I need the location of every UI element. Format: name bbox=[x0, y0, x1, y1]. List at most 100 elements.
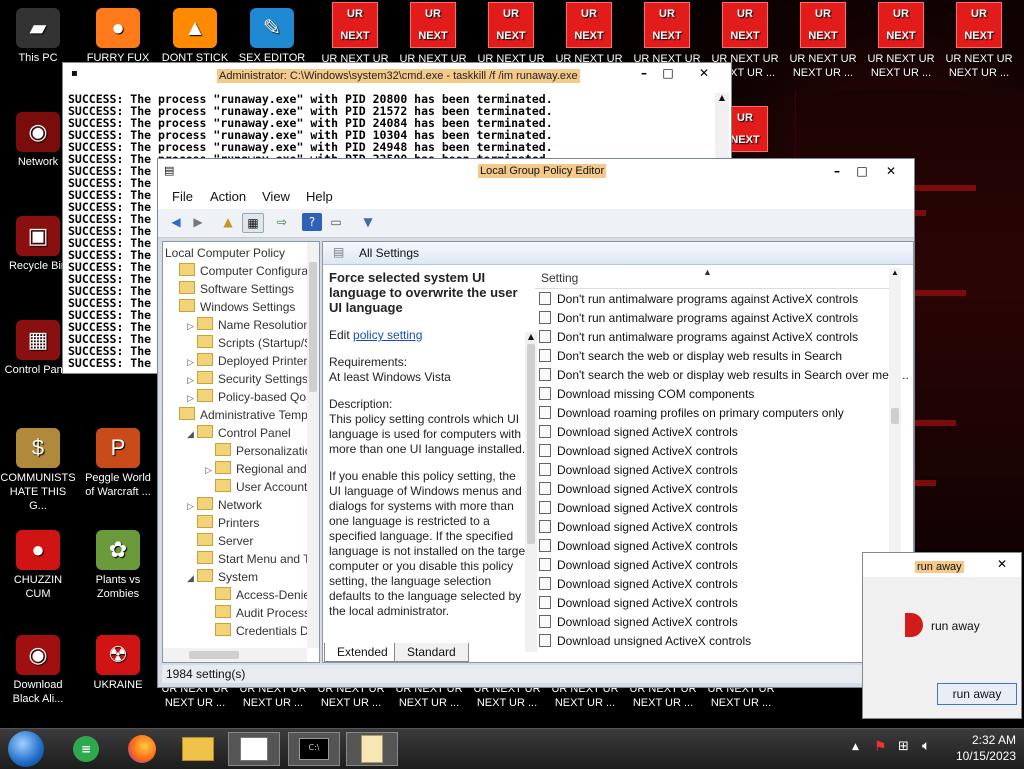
tree-node[interactable]: ▷ Regional and bbox=[205, 460, 307, 478]
gpedit-titlebar[interactable]: ▤ Local Group Policy Editor – □ ✕ bbox=[158, 159, 914, 185]
tree-node[interactable]: ▷ Name Resolution bbox=[187, 316, 310, 334]
tree-expand-arrow-icon[interactable]: ◢ bbox=[187, 569, 197, 587]
tree-horizontal-scrollbar[interactable] bbox=[163, 648, 307, 662]
up-folder-icon[interactable]: ▲ bbox=[218, 213, 238, 231]
setting-row[interactable]: Download signed ActiveX controls bbox=[539, 442, 738, 461]
gpedit-maximize-button[interactable]: □ bbox=[851, 163, 873, 179]
forward-icon[interactable]: ▶ bbox=[188, 213, 208, 231]
runaway-close-button[interactable]: ✕ bbox=[991, 556, 1013, 572]
tree-node[interactable]: ▷ Policy-based QoS bbox=[187, 388, 314, 406]
tree-expand-arrow-icon[interactable]: ▷ bbox=[187, 317, 197, 335]
peggle-shortcut[interactable]: P Peggle World of Warcraft ... bbox=[80, 428, 156, 499]
runaway-button[interactable]: run away bbox=[937, 683, 1017, 705]
this-pc-shortcut[interactable]: ▰ This PC bbox=[0, 8, 76, 65]
setting-row[interactable]: Don't search the web or display web resu… bbox=[539, 366, 909, 385]
cmd-minimize-button[interactable]: – bbox=[633, 65, 655, 81]
firefox-taskbar-icon[interactable] bbox=[116, 732, 168, 766]
setting-row[interactable]: Download signed ActiveX controls bbox=[539, 499, 738, 518]
tree-node[interactable]: User Accounts bbox=[205, 478, 313, 496]
start-button[interactable] bbox=[8, 731, 44, 767]
notepad-taskbar-icon[interactable] bbox=[346, 732, 398, 766]
tree-node[interactable]: Local Computer Policy bbox=[163, 244, 285, 262]
tree-expand-arrow-icon[interactable]: ▷ bbox=[205, 461, 215, 479]
tree-node[interactable]: ▷ Network bbox=[187, 496, 262, 514]
tree-node[interactable]: Start Menu and Ta bbox=[187, 550, 316, 568]
tree-node[interactable]: Access-Denie bbox=[205, 586, 310, 604]
menu-help[interactable]: Help bbox=[306, 189, 333, 204]
setting-row[interactable]: Download signed ActiveX controls bbox=[539, 518, 738, 537]
edit-policy-link[interactable]: policy setting bbox=[353, 328, 422, 342]
tree-node[interactable]: Scripts (Startup/S bbox=[187, 334, 312, 352]
cmd-titlebar[interactable]: ▪ Administrator: C:\Windows\system32\cmd… bbox=[63, 63, 731, 85]
help-icon[interactable]: ? bbox=[302, 213, 322, 231]
setting-row[interactable]: Don't run antimalware programs against A… bbox=[539, 290, 858, 309]
action-center-flag-icon[interactable]: ⚑ bbox=[874, 739, 887, 755]
google-forms-taskbar-icon[interactable]: ≡ bbox=[60, 732, 112, 766]
tree-expand-arrow-icon[interactable]: ▷ bbox=[187, 353, 197, 371]
navigation-tree[interactable]: Local Computer Policy Computer Configurat… bbox=[162, 241, 320, 663]
runaway-titlebar[interactable]: run away ✕ bbox=[863, 553, 1021, 577]
gpedit-close-button[interactable]: ✕ bbox=[880, 163, 902, 179]
file-explorer-taskbar-icon[interactable] bbox=[172, 732, 224, 766]
tree-node[interactable]: ◢ System bbox=[187, 568, 258, 586]
setting-row[interactable]: Download signed ActiveX controls bbox=[539, 575, 738, 594]
tree-node[interactable]: Printers bbox=[187, 514, 259, 532]
tree-expand-arrow-icon[interactable]: ◢ bbox=[187, 425, 197, 443]
ukraine-shortcut[interactable]: ☢ UKRAINE bbox=[80, 635, 156, 692]
tree-node[interactable]: Audit Process bbox=[205, 604, 310, 622]
clock[interactable]: 2:32 AM 10/15/2023 bbox=[956, 732, 1016, 764]
setting-row[interactable]: Download unsigned ActiveX controls bbox=[539, 632, 751, 651]
setting-row[interactable]: Download signed ActiveX controls bbox=[539, 461, 738, 480]
tree-expand-arrow-icon[interactable]: ▷ bbox=[187, 497, 197, 515]
cmd-close-button[interactable]: ✕ bbox=[693, 65, 715, 81]
communists-shortcut[interactable]: $ COMMUNISTS HATE THIS G... bbox=[0, 428, 76, 513]
tree-node[interactable]: Credentials De bbox=[205, 622, 315, 640]
sex-editor-shortcut[interactable]: ✎ SEX EDITOR bbox=[234, 8, 310, 65]
setting-row[interactable]: Download signed ActiveX controls bbox=[539, 613, 738, 632]
setting-row[interactable]: Don't run antimalware programs against A… bbox=[539, 309, 858, 328]
tree-expand-arrow-icon[interactable]: ▷ bbox=[187, 389, 197, 407]
tree-vertical-scrollbar[interactable] bbox=[307, 242, 319, 648]
setting-row[interactable]: Download signed ActiveX controls bbox=[539, 537, 738, 556]
setting-row[interactable]: Download roaming profiles on primary com… bbox=[539, 404, 844, 423]
tree-node[interactable]: ◢ Control Panel bbox=[187, 424, 291, 442]
settings-list[interactable]: Setting ▲ Don't run antimalware programs… bbox=[535, 267, 909, 651]
setting-row[interactable]: Don't run antimalware programs against A… bbox=[539, 328, 858, 347]
network-icon[interactable]: ⊞ bbox=[898, 739, 909, 754]
tree-node[interactable]: Software Settings bbox=[169, 280, 294, 298]
ur-next-shortcut[interactable]: UR NEXT UR NEXT UR NEXT UR ... bbox=[863, 2, 939, 80]
column-header-setting[interactable]: Setting ▲ bbox=[535, 267, 901, 289]
setting-row[interactable]: Download signed ActiveX controls bbox=[539, 480, 738, 499]
menu-action[interactable]: Action bbox=[210, 189, 246, 204]
setting-row[interactable]: Download signed ActiveX controls bbox=[539, 594, 738, 613]
show-hide-tree-icon[interactable]: ▦ bbox=[242, 213, 264, 233]
setting-row[interactable]: Don't search the web or display web resu… bbox=[539, 347, 842, 366]
tab-standard[interactable]: Standard bbox=[394, 643, 469, 662]
setting-row[interactable]: Download signed ActiveX controls bbox=[539, 556, 738, 575]
setting-row[interactable]: Download signed ActiveX controls bbox=[539, 423, 738, 442]
ur-next-shortcut[interactable]: UR NEXT UR NEXT UR NEXT UR ... bbox=[785, 2, 861, 80]
filter-icon[interactable]: ▼ bbox=[358, 213, 378, 231]
tree-node[interactable]: Computer Configuration bbox=[169, 262, 319, 280]
ur-next-shortcut[interactable]: UR NEXT UR NEXT UR NEXT UR ... bbox=[941, 2, 1017, 80]
properties-icon[interactable]: ▭ bbox=[326, 213, 346, 231]
furry-fux-shortcut[interactable]: ● FURRY FUX bbox=[80, 8, 156, 65]
runaway-dialog[interactable]: run away ✕ run away run away bbox=[862, 552, 1022, 719]
plants-vs-zombies-shortcut[interactable]: ✿ Plants vs Zombies bbox=[80, 530, 156, 601]
cmd-taskbar-icon[interactable]: C:\ bbox=[288, 732, 340, 766]
download-black-ali-shortcut[interactable]: ◉ Download Black Ali... bbox=[0, 635, 76, 706]
volume-icon[interactable]: 🔈︎ bbox=[922, 738, 930, 754]
tree-node[interactable]: Server bbox=[187, 532, 253, 550]
gpedit-taskbar-icon[interactable] bbox=[228, 732, 280, 766]
menu-file[interactable]: File bbox=[172, 189, 193, 204]
tab-extended[interactable]: Extended bbox=[324, 643, 401, 662]
export-list-icon[interactable]: ⇨ bbox=[272, 213, 292, 231]
setting-row[interactable]: Download missing COM components bbox=[539, 385, 754, 404]
back-icon[interactable]: ◀ bbox=[166, 213, 186, 231]
tree-node[interactable]: ▷ Security Settings bbox=[187, 370, 308, 388]
show-hidden-icons-icon[interactable]: ▲ bbox=[852, 742, 859, 752]
tree-expand-arrow-icon[interactable]: ▷ bbox=[187, 371, 197, 389]
tree-node[interactable]: Personalizatio bbox=[205, 442, 311, 460]
cmd-maximize-button[interactable]: □ bbox=[657, 65, 679, 81]
menu-view[interactable]: View bbox=[262, 189, 290, 204]
